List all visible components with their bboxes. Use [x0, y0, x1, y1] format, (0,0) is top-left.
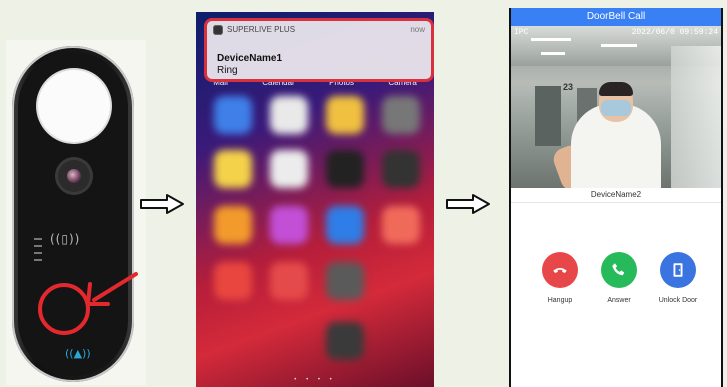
notification-body: Ring	[217, 65, 238, 76]
ring-button-icon[interactable]: ((▲))	[65, 347, 91, 360]
divider	[511, 202, 721, 203]
video-ceiling-light	[531, 38, 571, 41]
hangup-label: Hangup	[547, 297, 573, 304]
video-channel-label: IPC	[514, 28, 529, 37]
red-pointer-arrow-icon	[86, 272, 138, 306]
notification-header: SUPERLIVE PLUS now	[213, 25, 425, 37]
answer-button[interactable]	[601, 252, 637, 288]
video-elevator-door	[535, 86, 561, 146]
call-header-title: DoorBell Call	[511, 8, 721, 26]
video-timestamp: 2022/06/0 09:59:24	[631, 28, 718, 37]
push-notification[interactable]: SUPERLIVE PLUS now DeviceName1 Ring	[204, 18, 434, 82]
video-ceiling-light	[541, 52, 565, 55]
video-person-mask	[601, 100, 631, 116]
microphone-grille-icon	[34, 238, 42, 266]
camera-lens-icon	[58, 160, 90, 192]
door-unlock-icon	[673, 263, 683, 277]
phone-home-screen: Mail Calendar Photos Camera SUPERLIVE PL…	[196, 12, 434, 387]
page-indicator: • • • •	[294, 377, 336, 383]
notification-app-name: SUPERLIVE PLUS	[227, 25, 296, 35]
phone-answer-icon	[612, 263, 625, 276]
caller-device-name: DeviceName2	[590, 190, 642, 199]
answer-label: Answer	[607, 297, 631, 304]
video-glass-wall	[671, 46, 721, 188]
phone-hangup-icon	[553, 267, 567, 273]
video-ceiling-light	[601, 44, 637, 47]
app-icon	[213, 25, 223, 35]
notification-time: now	[410, 25, 425, 34]
video-person-hair	[599, 82, 633, 96]
notification-title: DeviceName1	[217, 53, 283, 64]
unlock-door-label: Unlock Door	[658, 297, 698, 304]
unlock-door-button[interactable]	[660, 252, 696, 288]
doorbell-speaker	[38, 70, 110, 142]
flow-arrow-icon	[446, 194, 490, 214]
live-video-feed: IPC 2022/06/0 09:59:24 23	[511, 26, 721, 188]
hangup-button[interactable]	[542, 252, 578, 288]
flow-arrow-icon	[140, 194, 184, 214]
card-reader-icon: ((▯))	[50, 232, 81, 246]
video-floor-sign: 23	[563, 82, 574, 92]
doorbell-call-screen: DoorBell Call IPC 2022/06/0 09:59:24 23 …	[509, 8, 723, 387]
